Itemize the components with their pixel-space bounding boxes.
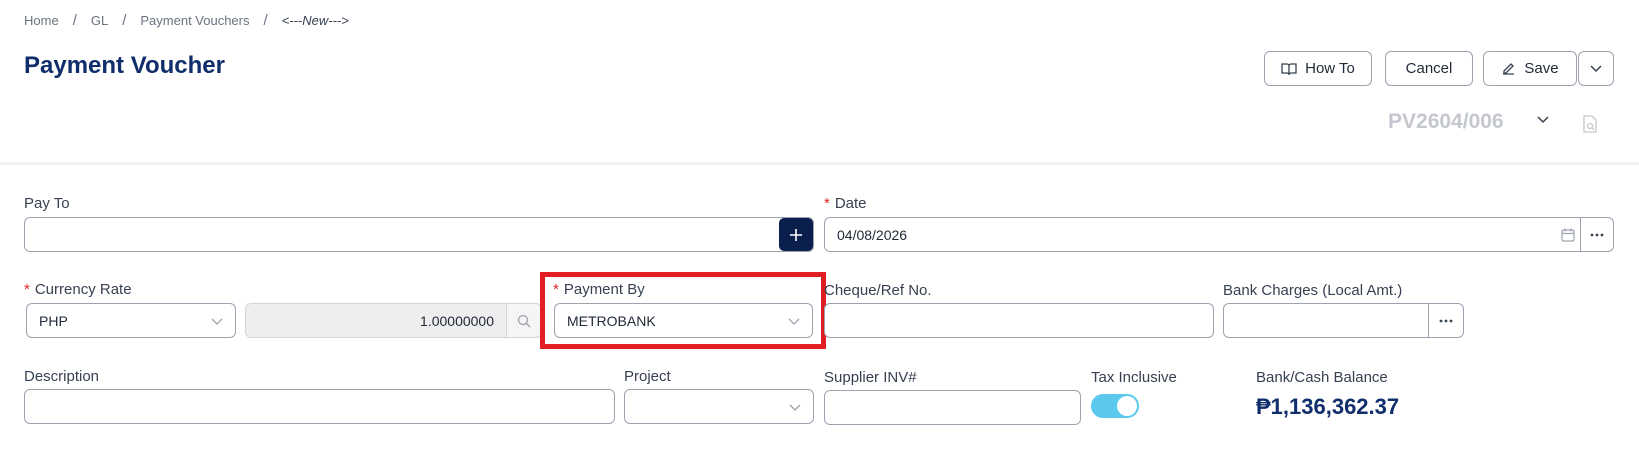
calendar-icon[interactable] — [1561, 228, 1575, 242]
toggle-knob — [1117, 396, 1137, 416]
chevron-down-icon — [211, 318, 223, 325]
cancel-label: Cancel — [1405, 60, 1453, 77]
document-search-icon[interactable] — [1582, 115, 1598, 133]
tax-inclusive-toggle[interactable] — [1091, 394, 1139, 418]
cheque-ref-input[interactable] — [824, 303, 1214, 338]
add-payee-button[interactable] — [779, 218, 813, 251]
balance-label: Bank/Cash Balance — [1256, 369, 1388, 386]
bank-charges-more-button[interactable] — [1428, 303, 1464, 338]
project-label: Project — [624, 368, 671, 385]
supplier-inv-input[interactable] — [824, 390, 1081, 425]
required-marker: * — [553, 281, 559, 298]
chevron-down-icon — [1590, 64, 1602, 72]
breadcrumb-current: <---New---> — [281, 13, 349, 28]
payment-by-label-text: Payment By — [563, 281, 645, 298]
ellipsis-icon — [1590, 233, 1604, 236]
breadcrumb-home[interactable]: Home — [24, 13, 59, 28]
cancel-button[interactable]: Cancel — [1385, 51, 1473, 86]
page-title: Payment Voucher — [24, 52, 225, 79]
breadcrumb-separator: / — [263, 12, 268, 29]
pencil-icon — [1503, 63, 1515, 75]
date-label: * Date — [824, 195, 867, 212]
breadcrumb: Home / GL / Payment Vouchers / <---New--… — [24, 12, 349, 29]
date-more-button[interactable] — [1580, 217, 1614, 252]
payment-by-label: * Payment By — [553, 281, 645, 298]
pay-to-label: Pay To — [24, 195, 70, 212]
chevron-down-icon — [789, 404, 801, 411]
breadcrumb-separator: / — [122, 12, 127, 29]
description-input[interactable] — [24, 389, 615, 424]
save-button[interactable]: Save — [1483, 51, 1577, 86]
payment-by-select[interactable]: METROBANK — [554, 303, 813, 338]
date-value: 04/08/2026 — [837, 226, 908, 243]
currency-rate-label: * Currency Rate — [24, 281, 132, 298]
currency-select[interactable]: PHP — [26, 303, 236, 338]
exchange-rate-value: 1.00000000 — [420, 312, 494, 329]
search-icon — [517, 314, 531, 327]
plus-icon — [790, 228, 802, 241]
required-marker: * — [824, 195, 830, 212]
save-options-button[interactable] — [1578, 51, 1614, 86]
breadcrumb-separator: / — [72, 12, 77, 29]
chevron-down-icon[interactable] — [1537, 116, 1549, 124]
header-divider — [0, 162, 1639, 165]
cheque-ref-label: Cheque/Ref No. — [824, 282, 932, 299]
chevron-down-icon — [788, 318, 800, 325]
ellipsis-icon — [1439, 319, 1453, 322]
bank-charges-label: Bank Charges (Local Amt.) — [1223, 282, 1403, 299]
exchange-rate-input: 1.00000000 — [245, 303, 507, 338]
project-select[interactable] — [624, 389, 814, 424]
how-to-label: How To — [1305, 60, 1355, 77]
currency-rate-label-text: Currency Rate — [34, 281, 132, 298]
payment-by-value: METROBANK — [567, 312, 656, 329]
document-number: PV2604/006 — [1388, 110, 1504, 133]
tax-inclusive-label: Tax Inclusive — [1091, 369, 1177, 386]
breadcrumb-gl[interactable]: GL — [91, 13, 108, 28]
pay-to-input[interactable] — [24, 217, 814, 252]
supplier-inv-label: Supplier INV# — [824, 369, 917, 386]
bank-charges-input[interactable] — [1223, 303, 1430, 338]
book-icon — [1281, 62, 1297, 75]
how-to-button[interactable]: How To — [1264, 51, 1372, 86]
date-label-text: Date — [834, 195, 867, 212]
currency-value: PHP — [39, 312, 68, 329]
rate-search-button[interactable] — [506, 303, 542, 338]
required-marker: * — [24, 281, 30, 298]
date-input[interactable]: 04/08/2026 — [824, 217, 1588, 252]
breadcrumb-payment-vouchers[interactable]: Payment Vouchers — [140, 13, 249, 28]
description-label: Description — [24, 368, 100, 385]
balance-value: ₱1,136,362.37 — [1256, 394, 1400, 419]
save-label: Save — [1524, 60, 1559, 77]
